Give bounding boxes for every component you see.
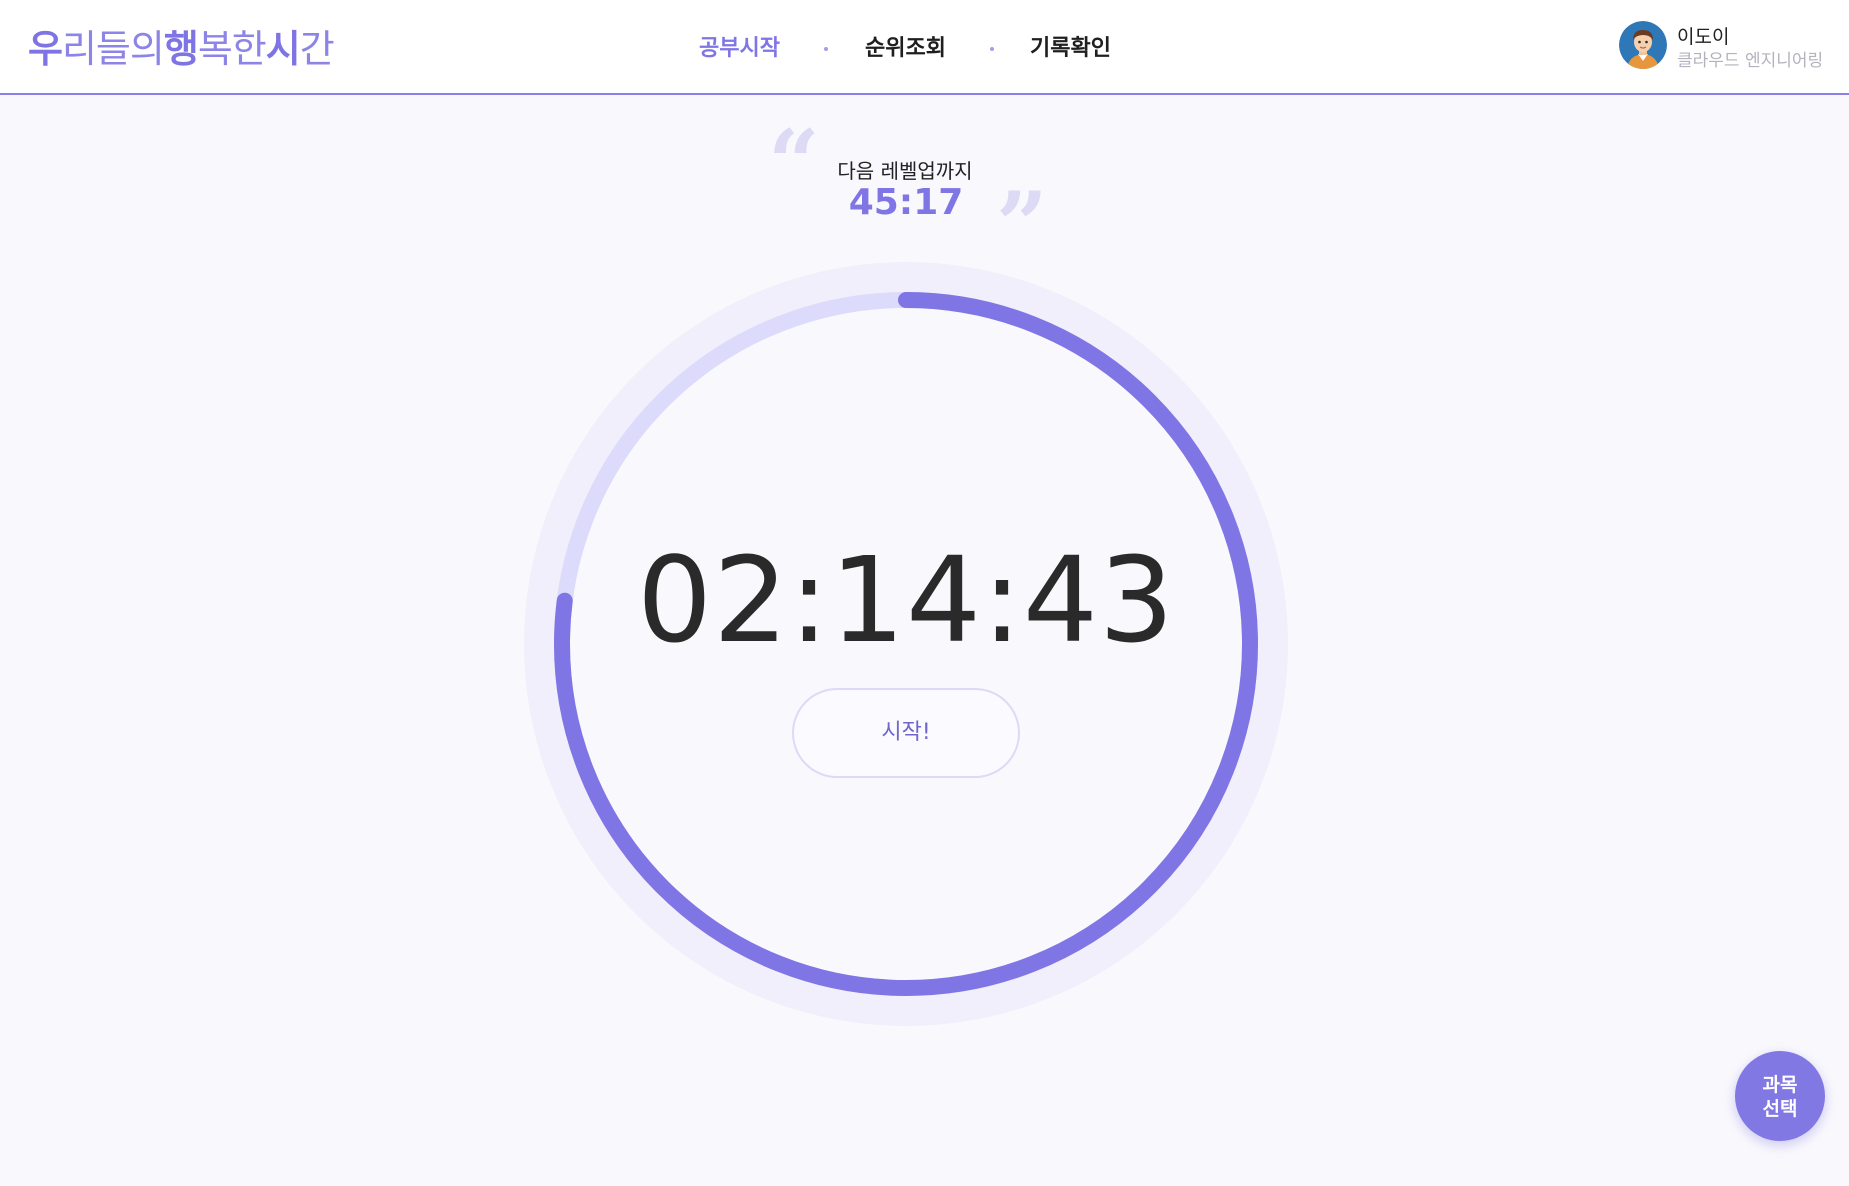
nav-records[interactable]: 기록확인 bbox=[1030, 34, 1111, 64]
nav-separator-dot bbox=[824, 47, 828, 51]
next-level-label: 다음 레벨업까지 bbox=[837, 159, 973, 183]
top-header: 우리들의행복한시간 공부시작 순위조회 기록확인 이도이 클라우드 엔지니어링 bbox=[0, 0, 1849, 95]
nav-study-start[interactable]: 공부시작 bbox=[699, 34, 780, 64]
main-nav: 공부시작 순위조회 기록확인 bbox=[0, 34, 1849, 64]
subject-button-line2: 선택 bbox=[1762, 1098, 1798, 1120]
profile-role: 클라우드 엔지니어링 bbox=[1677, 51, 1824, 71]
profile-name: 이도이 bbox=[1677, 26, 1730, 48]
nav-separator-dot bbox=[990, 47, 994, 51]
nav-ranking[interactable]: 순위조회 bbox=[865, 34, 946, 64]
start-button[interactable]: 시작! bbox=[792, 688, 1020, 778]
subject-button-line1: 과목 bbox=[1762, 1074, 1798, 1096]
elapsed-timer: 02:14:43 bbox=[637, 531, 1175, 669]
avatar-icon bbox=[1619, 21, 1667, 69]
next-level-countdown: 45:17 bbox=[848, 182, 964, 223]
subject-select-button[interactable]: 과목 선택 bbox=[1735, 1051, 1825, 1141]
avatar[interactable] bbox=[1619, 21, 1667, 69]
